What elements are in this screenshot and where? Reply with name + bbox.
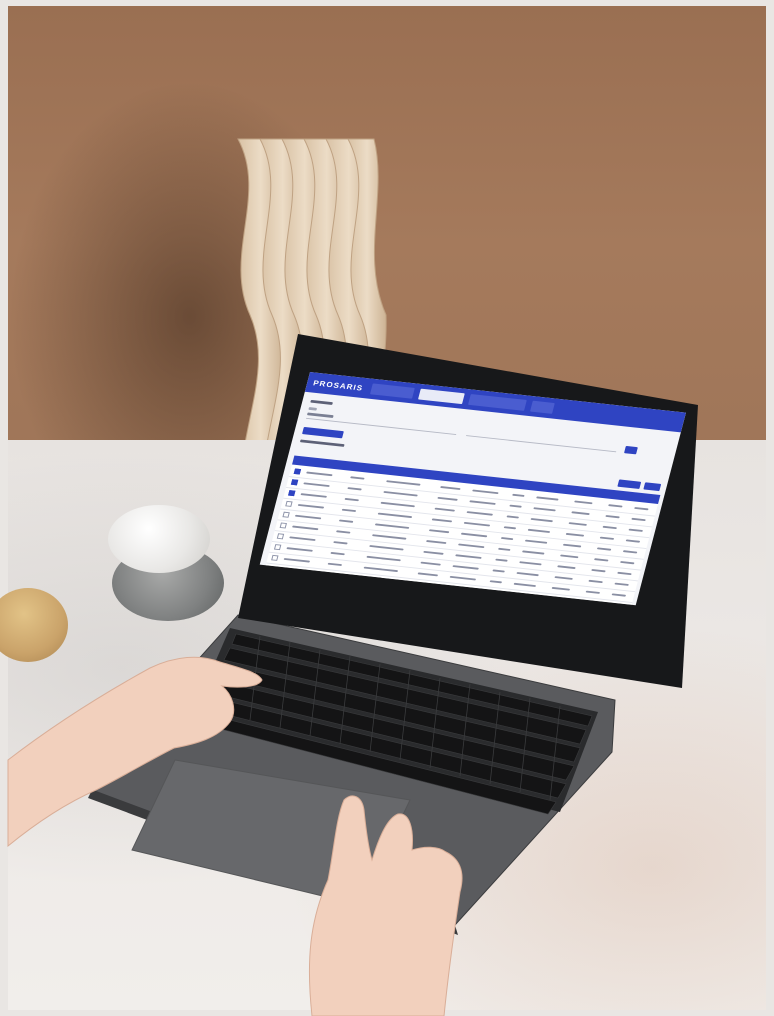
left-hand — [7, 656, 263, 848]
right-hand — [308, 795, 463, 1016]
photo-scene: PROSARIS — [0, 0, 774, 1016]
hands — [7, 656, 463, 1016]
